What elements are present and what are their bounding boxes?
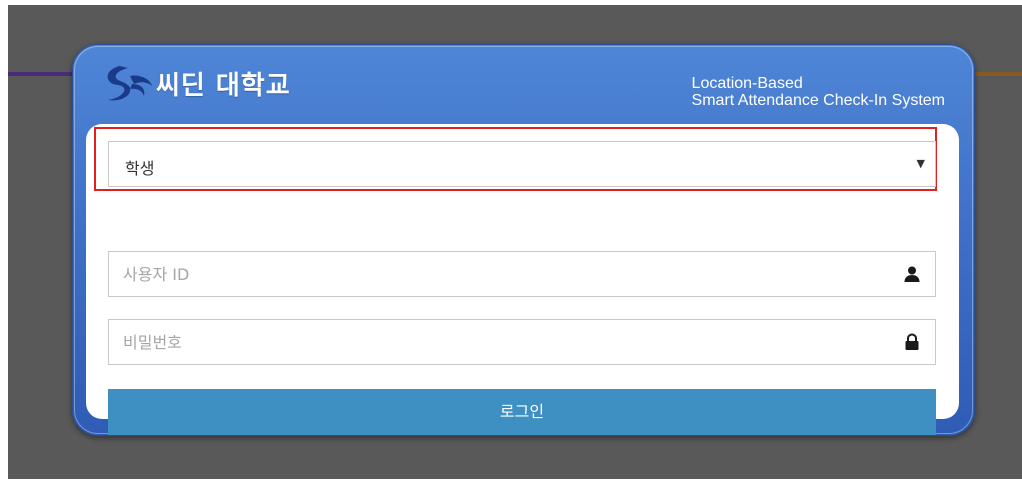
login-panel: 학생 ▼ 로그인 (86, 124, 959, 435)
system-title-line2: Smart Attendance Check-In System (691, 92, 945, 109)
background-stripe-right (968, 72, 1022, 76)
user-icon (904, 266, 920, 282)
role-select[interactable]: 학생 ▼ (108, 141, 936, 187)
system-title: Location-Based Smart Attendance Check-In… (692, 75, 945, 109)
background-stripe-left (8, 72, 80, 76)
password-input[interactable] (109, 320, 889, 364)
university-name: 씨딘 대학교 (156, 70, 291, 101)
role-select-highlight: 학생 ▼ (94, 127, 937, 191)
user-id-field[interactable] (108, 251, 936, 297)
user-id-input[interactable] (109, 252, 889, 296)
brand: 씨딘 대학교 (100, 62, 291, 104)
lock-icon (905, 333, 919, 350)
role-select-value: 학생 (125, 159, 155, 178)
chevron-down-icon: ▼ (916, 157, 925, 170)
seedin-logo-icon (107, 66, 152, 101)
password-field[interactable] (108, 319, 936, 365)
system-title-line1: Location-Based (691, 75, 803, 92)
login-button[interactable]: 로그인 (108, 389, 936, 435)
login-dialog: 씨딘 대학교 Location-Based Smart Attendance C… (72, 44, 975, 436)
